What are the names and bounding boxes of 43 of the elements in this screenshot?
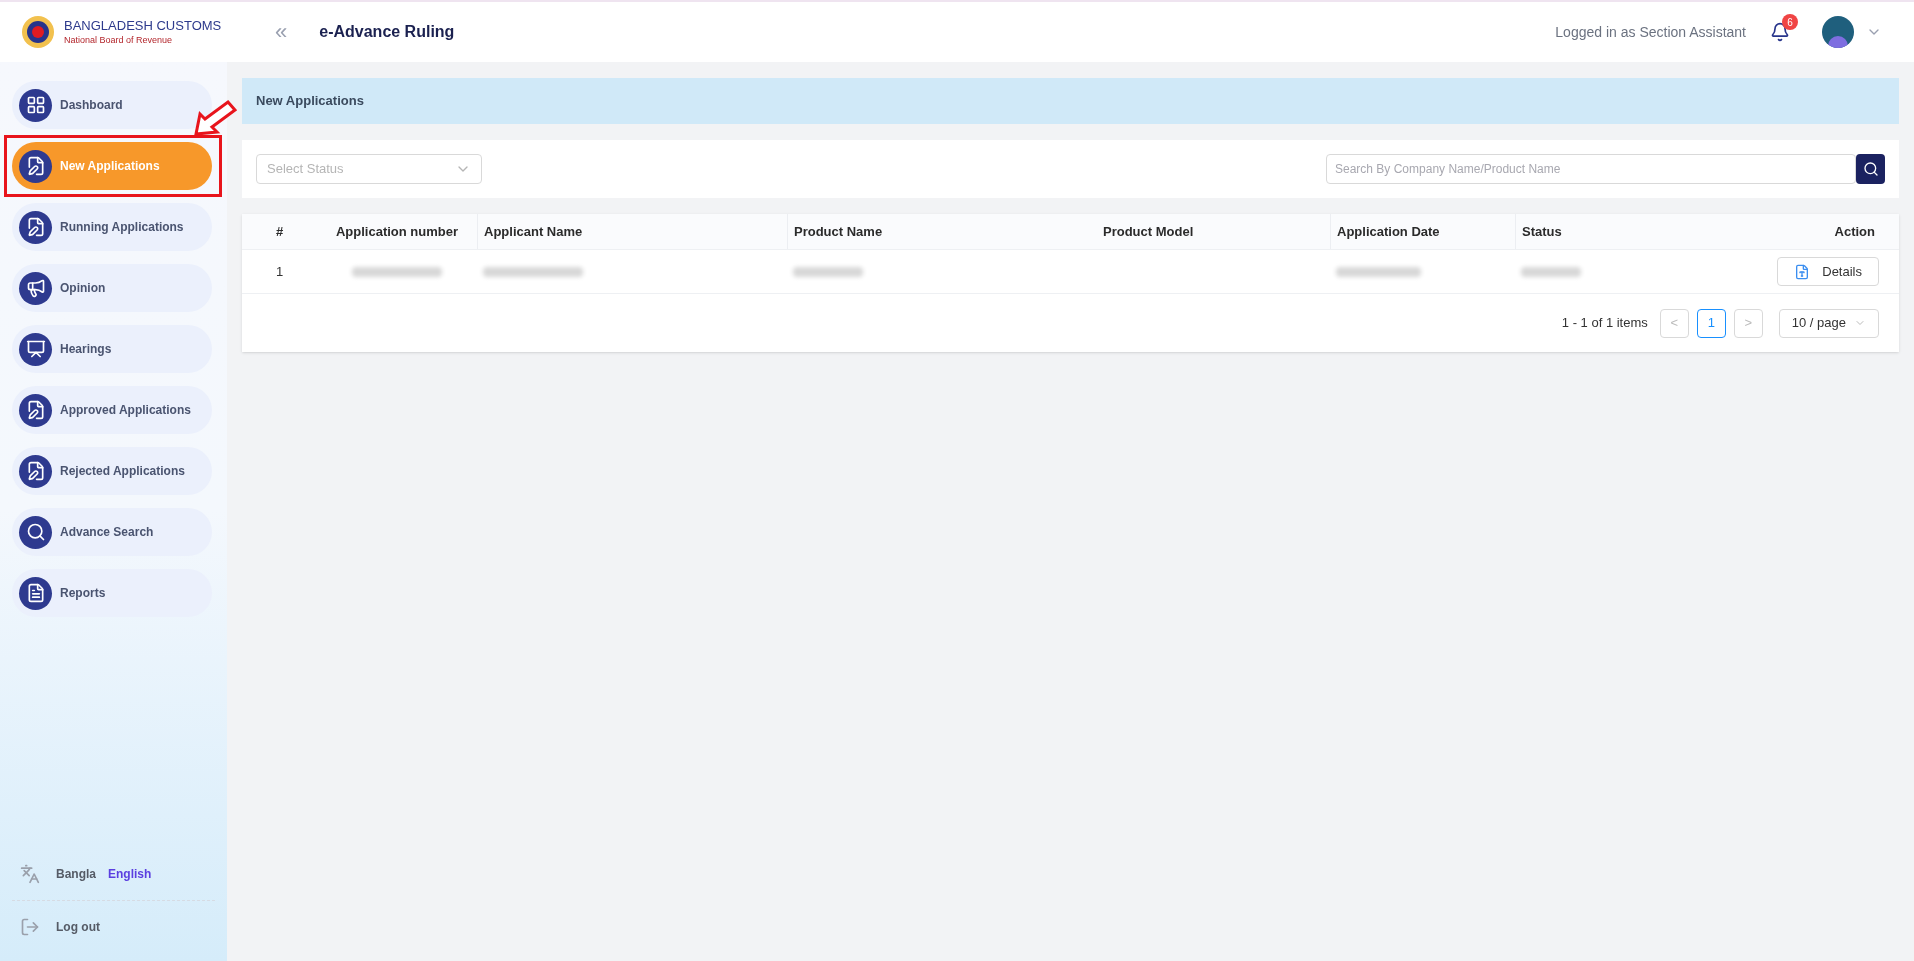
blurred-text [1521, 266, 1581, 277]
logo-subtitle: National Board of Revenue [64, 34, 174, 46]
presentation-icon [25, 339, 46, 359]
sidebar-item[interactable]: Reports [12, 569, 212, 617]
search-icon [25, 522, 46, 542]
search-field[interactable]: Search By Company Name/Product Name [1326, 154, 1856, 184]
language-option[interactable]: Bangla [56, 865, 96, 883]
sidebar-item[interactable]: Advance Search [12, 508, 212, 556]
pagination-summary: 1 - 1 of 1 items [1561, 314, 1648, 333]
column-header: Applicant Name [484, 222, 583, 241]
row-number: 1 [275, 262, 284, 281]
search-button[interactable] [1856, 154, 1885, 184]
logo-title: BANGLADESH CUSTOMS [64, 18, 222, 35]
column-header: Status [1522, 222, 1562, 241]
page-size-select[interactable]: 10 / page [1778, 308, 1879, 338]
language-option[interactable]: English [108, 865, 152, 883]
emblem-logo-icon [20, 14, 56, 50]
sidebar-item[interactable]: Rejected Applications [12, 447, 212, 495]
sidebar-item[interactable]: Approved Applications [12, 386, 212, 434]
page-title: New Applications [256, 92, 364, 111]
column-header: Application Date [1337, 222, 1440, 241]
sidebar-item[interactable]: Hearings [12, 325, 212, 373]
blurred-text [793, 266, 863, 277]
avatar-icon[interactable] [1822, 16, 1854, 48]
column-header: Application number [335, 222, 459, 241]
search-icon [1862, 161, 1879, 177]
document-icon [1794, 263, 1811, 280]
details-button[interactable]: Details [1777, 257, 1879, 286]
app-title: e-Advance Ruling [319, 22, 455, 42]
grid-icon [25, 95, 46, 115]
sidebar-item[interactable]: Running Applications [12, 203, 212, 251]
column-header: Product Model [1103, 222, 1194, 241]
sidebar-item[interactable]: Opinion [12, 264, 212, 312]
logout-button[interactable]: Log out [0, 901, 227, 961]
translate-icon [20, 864, 40, 884]
logged-in-text: Logged in as Section Assistant [1555, 22, 1746, 42]
sidebar-item[interactable]: Dashboard [12, 81, 212, 129]
column-header: Action [1834, 222, 1875, 241]
notification-count: 6 [1782, 14, 1798, 30]
speaker-icon [25, 278, 46, 298]
column-header: # [275, 222, 284, 241]
column-header: Product Name [794, 222, 883, 241]
logout-icon [20, 917, 40, 937]
